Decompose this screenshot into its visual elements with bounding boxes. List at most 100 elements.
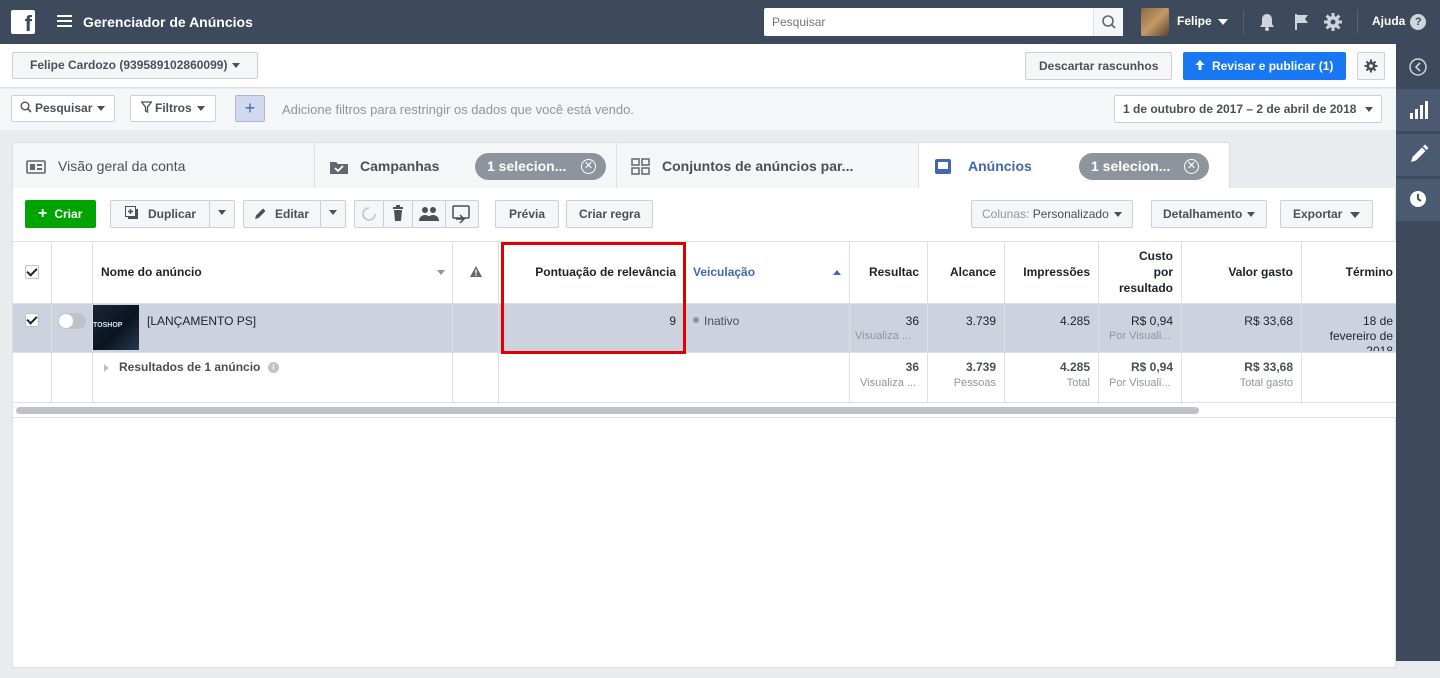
level-tabs: Visão geral da conta Campanhas 1 selecio… xyxy=(12,142,1396,189)
sidebar-item-edit[interactable] xyxy=(1396,134,1440,176)
column-divider xyxy=(1098,241,1099,403)
ad-status-toggle[interactable] xyxy=(58,313,86,329)
create-label: Criar xyxy=(54,207,83,221)
user-menu[interactable]: Felipe xyxy=(1177,14,1228,28)
duplicate-dropdown[interactable] xyxy=(209,200,235,228)
plus-icon: + xyxy=(38,205,48,222)
discard-drafts-button[interactable]: Descartar rascunhos xyxy=(1025,52,1173,80)
pencil-icon xyxy=(1411,144,1429,162)
header-end-date[interactable]: Término xyxy=(1307,265,1393,279)
gear-icon xyxy=(1364,59,1378,73)
edit-button[interactable]: Editar xyxy=(243,200,321,228)
header-cost-line1[interactable]: Custo xyxy=(1104,249,1173,263)
edit-dropdown[interactable] xyxy=(320,200,346,228)
clear-selection-icon[interactable]: ✕ xyxy=(1184,159,1199,174)
search-filter-button[interactable]: Pesquisar xyxy=(11,95,116,122)
facebook-logo-icon[interactable]: f xyxy=(11,10,35,34)
summary-cost-type: Por Visuali... xyxy=(1109,377,1171,389)
header-impressions[interactable]: Impressões xyxy=(1010,265,1090,279)
add-filter-button[interactable]: + xyxy=(235,95,265,122)
tab-account-overview[interactable]: Visão geral da conta xyxy=(12,142,328,188)
app-title: Gerenciador de Anúncios xyxy=(83,14,253,30)
export-button[interactable]: Exportar xyxy=(1280,200,1374,228)
ad-name[interactable]: [LANÇAMENTO PS] xyxy=(147,314,256,328)
preview-button[interactable]: Prévia xyxy=(495,200,560,228)
impressions-value: 4.285 xyxy=(1059,314,1090,328)
preview-swap-button[interactable] xyxy=(445,200,479,228)
notifications-bell-icon[interactable] xyxy=(1257,12,1277,32)
selection-pill[interactable]: 1 selecion... ✕ xyxy=(1079,153,1209,180)
create-rule-button[interactable]: Criar regra xyxy=(566,200,654,228)
ad-icon xyxy=(935,159,951,174)
refresh-button[interactable] xyxy=(354,200,384,228)
filters-button[interactable]: Filtros xyxy=(130,95,216,122)
ad-thumbnail-text: TOSHOP xyxy=(93,322,123,329)
settings-button[interactable] xyxy=(1357,52,1385,80)
search-button[interactable] xyxy=(1093,8,1123,36)
header-ad-name[interactable]: Nome do anúncio xyxy=(101,265,202,279)
info-icon[interactable]: i xyxy=(268,362,279,373)
summary-spent-type: Total gasto xyxy=(1239,377,1293,389)
flag-icon[interactable] xyxy=(1292,12,1312,32)
create-button[interactable]: + Criar xyxy=(25,200,97,228)
hamburger-menu-icon[interactable] xyxy=(57,15,72,28)
table-row[interactable] xyxy=(13,304,1396,352)
expand-arrow-icon[interactable] xyxy=(104,364,110,372)
sort-up-icon[interactable] xyxy=(833,269,841,275)
account-selector[interactable]: Felipe Cardozo (939589102860099) xyxy=(12,52,259,79)
header-cost-line3[interactable]: resultado xyxy=(1104,281,1173,295)
delivery-status-dot-icon xyxy=(693,317,699,323)
search-box[interactable] xyxy=(764,8,1123,36)
swap-icon xyxy=(452,205,470,224)
user-avatar[interactable] xyxy=(1141,8,1169,36)
duplicate-icon xyxy=(125,206,138,219)
chevron-down-icon xyxy=(1365,107,1374,113)
columns-selector[interactable]: Colunas: Personalizado xyxy=(971,200,1133,228)
clear-selection-icon[interactable]: ✕ xyxy=(581,159,596,174)
sidebar-item-performance[interactable] xyxy=(1396,89,1440,131)
selection-pill-label: 1 selecion... xyxy=(1091,158,1171,174)
review-publish-label: Revisar e publicar (1) xyxy=(1212,59,1334,73)
tab-ad-sets[interactable]: Conjuntos de anúncios par... xyxy=(616,142,932,188)
row-checkbox[interactable] xyxy=(25,313,39,327)
search-icon xyxy=(20,101,32,113)
search-input[interactable] xyxy=(764,8,1092,36)
refresh-icon xyxy=(362,207,376,221)
export-label: Exportar xyxy=(1293,207,1343,221)
header-cost-line2[interactable]: por xyxy=(1104,265,1173,279)
grid-icon xyxy=(631,158,650,175)
tab-label: Visão geral da conta xyxy=(58,158,186,174)
tab-label: Conjuntos de anúncios par... xyxy=(662,158,854,174)
date-range-picker[interactable]: 1 de outubro de 2017 – 2 de abril de 201… xyxy=(1114,95,1383,123)
help-label: Ajuda xyxy=(1372,14,1406,29)
search-icon xyxy=(1102,15,1116,29)
selection-pill[interactable]: 1 selecion... ✕ xyxy=(475,153,606,180)
header-reach[interactable]: Alcance xyxy=(933,265,996,279)
summary-reach-type: Pessoas xyxy=(953,377,996,389)
sort-down-icon[interactable] xyxy=(437,270,445,276)
header-results[interactable]: Resultac xyxy=(855,265,919,279)
tab-ads[interactable]: Anúncios 1 selecion... ✕ xyxy=(918,142,1230,189)
horizontal-scrollbar[interactable] xyxy=(16,407,1199,414)
ad-thumbnail[interactable]: TOSHOP xyxy=(93,305,139,350)
duplicate-button[interactable]: Duplicar xyxy=(110,200,210,228)
review-publish-button[interactable]: Revisar e publicar (1) xyxy=(1183,52,1347,80)
summary-cost: R$ 0,94 xyxy=(1130,360,1173,374)
breakdown-selector[interactable]: Detalhamento xyxy=(1151,200,1268,228)
header-delivery[interactable]: Veiculação xyxy=(693,265,755,279)
help-link[interactable]: Ajuda? xyxy=(1372,14,1427,30)
column-divider xyxy=(1301,241,1302,403)
chevron-down-icon xyxy=(196,106,205,112)
collapse-sidebar-button[interactable] xyxy=(1396,46,1440,88)
account-selector-label: Felipe Cardozo (939589102860099) xyxy=(30,58,228,72)
header-amount-spent[interactable]: Valor gasto xyxy=(1187,265,1293,279)
settings-gear-icon[interactable] xyxy=(1323,12,1343,32)
account-overview-icon xyxy=(26,160,46,174)
top-nav-bar: f Gerenciador de Anúncios Felipe Ajuda? xyxy=(0,0,1440,44)
tab-campaigns[interactable]: Campanhas 1 selecion... ✕ xyxy=(314,142,630,188)
column-divider xyxy=(1004,241,1005,403)
select-all-checkbox[interactable] xyxy=(25,265,39,279)
sidebar-item-history[interactable] xyxy=(1396,179,1440,221)
ab-test-button[interactable] xyxy=(412,200,446,228)
delete-button[interactable] xyxy=(383,200,413,228)
